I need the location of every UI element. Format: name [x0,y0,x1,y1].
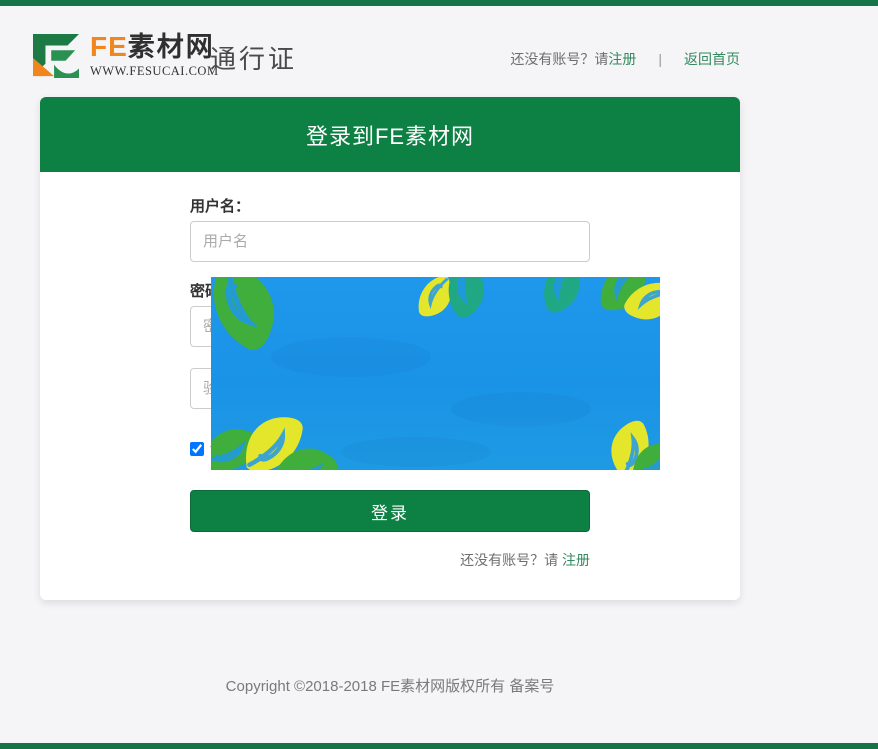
brand-name-text: 素材网 [128,34,215,61]
login-banner-title: 登录到FE素材网 [306,119,474,151]
signup-prompt-text: 还没有账号？请 [510,49,608,69]
cloud-blob [341,437,491,467]
signup-link[interactable]: 注册 [608,49,636,69]
bottom-accent-bar [0,743,878,749]
brand-domain-text: WWW.FESUCAI.COM [90,64,219,79]
logo-icon [30,33,82,79]
header: FE 素材网 WWW.FESUCAI.COM 通行证 还没有账号？请 注册 | … [0,6,878,94]
signup-row: 还没有账号？请 注册 [190,550,590,570]
home-link[interactable]: 返回首页 [684,49,740,69]
login-page: FE 素材网 WWW.FESUCAI.COM 通行证 还没有账号？请 注册 | … [0,0,878,749]
header-divider: | [658,51,662,67]
blue-leaves-overlay-image [211,277,660,470]
passport-title: 通行证 [210,39,297,76]
cloud-blob [271,337,431,377]
signup-link-bottom[interactable]: 注册 [562,552,590,568]
brand-fe-text: FE [90,33,128,61]
leaf-icon [528,277,594,319]
remember-checkbox[interactable] [190,442,204,456]
cloud-blob [451,392,591,426]
copyright-text: Copyright ©2018-2018 FE素材网版权所有 备案号 [0,675,780,696]
signup-prompt-bottom-text: 还没有账号？请 [460,552,562,568]
header-links: 还没有账号？请 注册 | 返回首页 [510,49,740,69]
username-label: 用户名： [190,195,590,213]
username-input[interactable] [190,221,590,262]
login-button[interactable]: 登录 [190,490,590,532]
login-banner: 登录到FE素材网 [40,97,740,172]
site-logo[interactable]: FE 素材网 WWW.FESUCAI.COM [30,33,219,79]
